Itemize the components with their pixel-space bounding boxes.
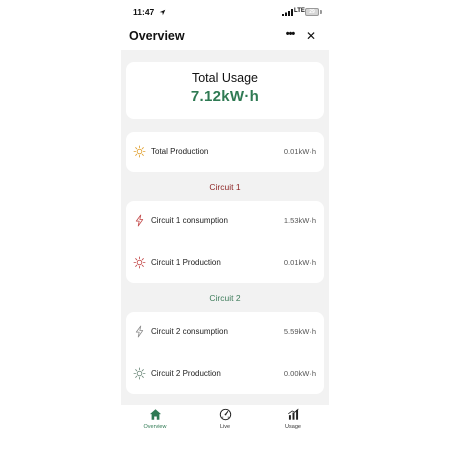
circuit-2-consumption-label: Circuit 2 consumption bbox=[151, 327, 228, 336]
circuit-1-card: Circuit 1 consumption 1.53kW·h Circuit 1… bbox=[126, 201, 324, 283]
battery-icon: 29 bbox=[305, 8, 319, 16]
total-usage-label: Total Usage bbox=[191, 71, 258, 85]
battery-tip bbox=[320, 10, 322, 14]
circuit-2-consumption-value: 5.59kW·h bbox=[283, 327, 316, 336]
circuit-1-production-value: 0.01kW·h bbox=[283, 258, 316, 267]
tab-live[interactable]: Live bbox=[200, 405, 250, 435]
home-icon bbox=[149, 409, 161, 420]
circuit-1-header: Circuit 1 bbox=[209, 182, 241, 192]
lightning-icon bbox=[135, 214, 144, 227]
total-production-label: Total Production bbox=[151, 147, 209, 156]
app-screen: 11:47 LTE 29 Overview ••• ✕ Total Usage … bbox=[121, 0, 329, 450]
tab-overview-label: Overview bbox=[143, 424, 167, 430]
bar-chart-icon bbox=[287, 408, 299, 420]
location-arrow-icon bbox=[159, 9, 166, 16]
status-time: 11:47 bbox=[133, 7, 155, 17]
circuit-2-production-row[interactable]: Circuit 2 Production 0.00kW·h bbox=[126, 354, 324, 394]
page-title: Overview bbox=[129, 29, 185, 43]
circuit-1-production-row[interactable]: Circuit 1 Production 0.01kW·h bbox=[126, 243, 324, 283]
total-production-row[interactable]: Total Production 0.01kW·h bbox=[126, 132, 324, 172]
gauge-icon bbox=[219, 408, 231, 421]
nav-bar: Overview ••• ✕ bbox=[121, 26, 329, 48]
total-usage-value: 7.12kW·h bbox=[190, 88, 260, 105]
circuit-2-consumption-row[interactable]: Circuit 2 consumption 5.59kW·h bbox=[126, 312, 324, 352]
sun-icon bbox=[133, 367, 146, 380]
circuit-2-header: Circuit 2 bbox=[209, 293, 241, 303]
sun-icon bbox=[133, 145, 146, 158]
tab-usage-label: Usage bbox=[285, 424, 301, 430]
network-type: LTE bbox=[294, 8, 305, 14]
tab-live-label: Live bbox=[219, 424, 231, 430]
bottom-tab-bar: Overview Live Usage bbox=[121, 405, 329, 435]
signal-icon bbox=[282, 9, 293, 16]
more-button[interactable]: ••• bbox=[281, 27, 299, 45]
circuit-1-production-label: Circuit 1 Production bbox=[151, 258, 221, 267]
overview-content: Total Usage 7.12kW·h Total Production 0.… bbox=[121, 50, 329, 405]
total-production-card[interactable]: Total Production 0.01kW·h bbox=[126, 132, 324, 172]
sun-icon bbox=[133, 256, 146, 269]
circuit-1-consumption-value: 1.53kW·h bbox=[283, 216, 316, 225]
status-bar: 11:47 LTE 29 bbox=[121, 6, 329, 22]
tab-usage[interactable]: Usage bbox=[268, 405, 318, 435]
circuit-2-card: Circuit 2 consumption 5.59kW·h Circuit 2… bbox=[126, 312, 324, 394]
circuit-2-production-value: 0.00kW·h bbox=[283, 369, 316, 378]
circuit-1-consumption-row[interactable]: Circuit 1 consumption 1.53kW·h bbox=[126, 201, 324, 241]
lightning-icon bbox=[135, 325, 144, 338]
close-button[interactable]: ✕ bbox=[303, 27, 319, 45]
circuit-2-production-label: Circuit 2 Production bbox=[151, 369, 221, 378]
tab-overview[interactable]: Overview bbox=[130, 405, 180, 435]
circuit-1-consumption-label: Circuit 1 consumption bbox=[151, 216, 228, 225]
total-production-value: 0.01kW·h bbox=[283, 147, 316, 156]
total-usage-card: Total Usage 7.12kW·h bbox=[126, 62, 324, 119]
